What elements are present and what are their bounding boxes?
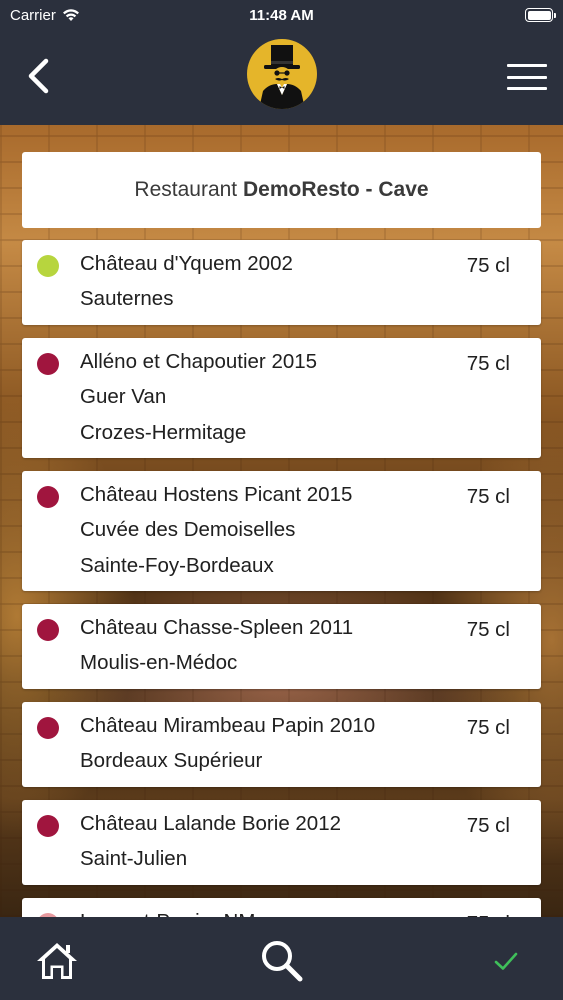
menu-bar: [507, 75, 547, 79]
wine-detail: Sainte-Foy-Bordeaux: [80, 554, 274, 577]
wine-volume: 75 cl: [466, 352, 510, 375]
wine-card[interactable]: Château Hostens Picant 2015 Cuvée des Dem…: [22, 471, 541, 591]
wine-name: Château d'Yquem 2002: [80, 252, 293, 275]
wine-volume: 75 cl: [466, 814, 510, 837]
wine-detail: Cuvée des Demoiselles: [80, 518, 296, 541]
wine-card[interactable]: Château d'Yquem 2002 Sauternes 75 cl: [22, 240, 541, 325]
header-restaurant-name: DemoResto - Cave: [243, 178, 429, 201]
wine-volume: 75 cl: [466, 716, 510, 739]
wine-detail: Bordeaux Supérieur: [80, 749, 263, 772]
wine-name: Château Chasse-Spleen 2011: [80, 616, 354, 639]
wine-detail: Guer Van: [80, 385, 167, 408]
wine-color-dot: [37, 619, 59, 641]
battery-icon: [525, 8, 556, 22]
wine-name: Château Hostens Picant 2015: [80, 483, 353, 506]
wine-detail: Crozes-Hermitage: [80, 421, 247, 444]
cellar-background: Restaurant DemoResto - Cave Château d'Yq…: [0, 125, 563, 917]
checkmark-icon: [494, 952, 518, 970]
wine-detail: Moulis-en-Médoc: [80, 651, 238, 674]
wine-name: Alléno et Chapoutier 2015: [80, 350, 318, 373]
tab-validate[interactable]: [482, 937, 530, 985]
menu-bar: [507, 87, 547, 90]
nav-bar: [0, 30, 563, 125]
wine-card[interactable]: Laurent-Perrier NM75 cl: [22, 898, 541, 917]
chevron-left-icon: [28, 58, 49, 94]
header-prefix: Restaurant: [134, 178, 238, 201]
wine-color-dot: [37, 815, 59, 837]
wine-color-dot: [37, 717, 59, 739]
wine-volume: 75 cl: [466, 254, 510, 277]
wine-color-dot: [37, 255, 59, 277]
wine-color-dot: [37, 353, 59, 375]
status-time: 11:48 AM: [249, 6, 314, 24]
wine-name: Laurent-Perrier NM: [80, 910, 255, 917]
wine-detail: Sauternes: [80, 287, 174, 310]
wine-volume: 75 cl: [466, 485, 510, 508]
wine-name: Château Mirambeau Papin 2010: [80, 714, 376, 737]
wine-volume: 75 cl: [466, 618, 510, 641]
menu-bar: [507, 64, 547, 67]
wine-card[interactable]: Alléno et Chapoutier 2015 Guer Van Crozes-…: [22, 338, 541, 458]
home-icon: [37, 943, 77, 979]
tab-bar: [0, 917, 563, 1000]
back-button[interactable]: [18, 54, 58, 98]
restaurant-header: Restaurant DemoResto - Cave: [22, 152, 541, 228]
menu-button[interactable]: [505, 60, 549, 94]
search-icon: [262, 941, 303, 982]
wine-color-dot: [37, 486, 59, 508]
battery-level: [527, 10, 551, 20]
wine-detail: Saint-Julien: [80, 847, 188, 870]
wine-card[interactable]: Château Chasse-Spleen 2011 Moulis-en-Médo…: [22, 604, 541, 689]
wine-card[interactable]: Château Lalande Borie 2012 Saint-Julien 75…: [22, 800, 541, 885]
tab-search[interactable]: [258, 937, 306, 985]
tab-home[interactable]: [33, 937, 81, 985]
gentleman-logo: [247, 39, 317, 109]
wine-name: Château Lalande Borie 2012: [80, 812, 342, 835]
status-bar: Carrier 11:48 AM: [0, 0, 563, 30]
wine-card[interactable]: Château Mirambeau Papin 2010 Bordeaux Sup…: [22, 702, 541, 787]
